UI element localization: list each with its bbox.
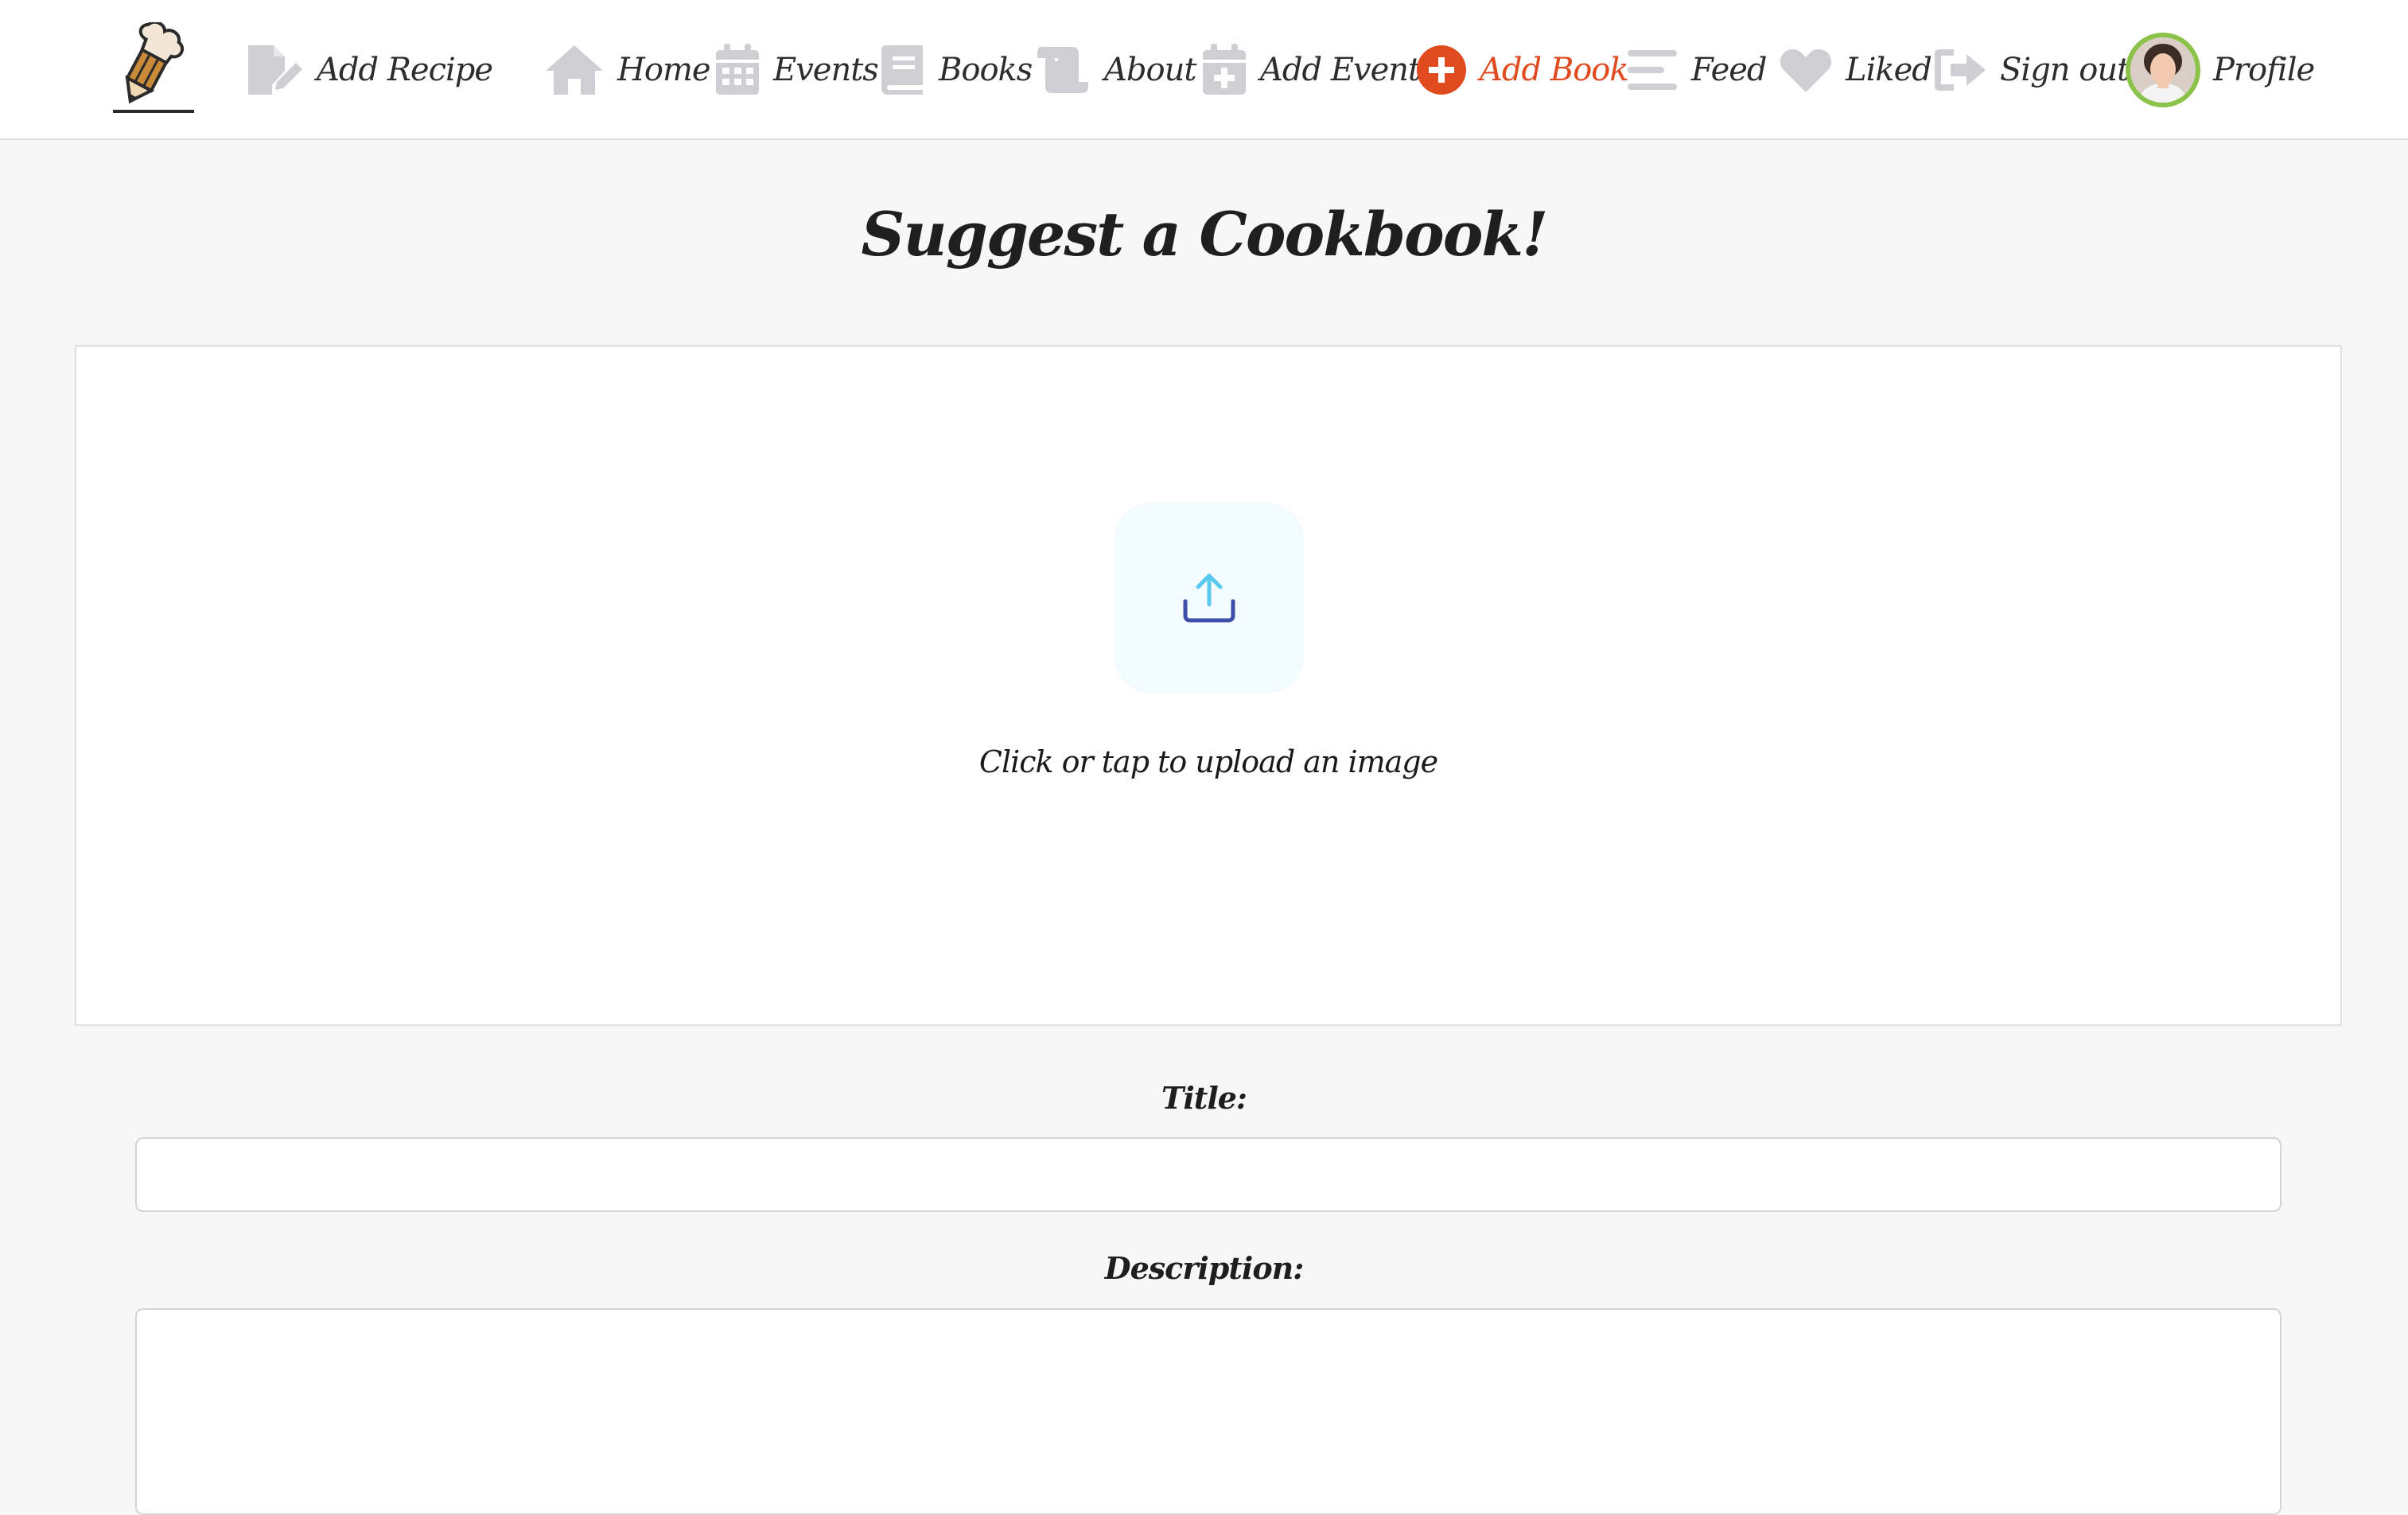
top-navbar: Add Recipe Home Events Books About Add E…: [0, 0, 2408, 140]
nav-label: Add Book: [1480, 52, 1629, 88]
title-label: Title:: [1161, 1080, 1247, 1116]
lines-icon: [1626, 47, 1679, 93]
document-edit-icon: [245, 44, 304, 96]
nav-label: Feed: [1691, 52, 1768, 88]
nav-label: Profile: [2213, 52, 2315, 88]
plus-circle-icon: [1416, 45, 1467, 95]
calendar-plus-icon: [1201, 44, 1247, 96]
book-icon: [880, 44, 926, 96]
nav-feed[interactable]: Feed: [1626, 0, 1768, 140]
page-title: Suggest a Cookbook!: [861, 199, 1549, 270]
calendar-icon: [714, 44, 761, 96]
nav-home[interactable]: Home: [544, 0, 711, 140]
nav-profile[interactable]: Profile: [2126, 0, 2315, 140]
nav-books[interactable]: Books: [880, 0, 1033, 140]
nav-label: Add Event: [1260, 52, 1421, 88]
description-label: Description:: [1104, 1250, 1305, 1286]
image-upload-dropzone[interactable]: Click or tap to upload an image: [75, 345, 2342, 1026]
avatar: [2126, 33, 2200, 107]
upload-icon: [1183, 573, 1235, 623]
nav-label: Liked: [1846, 52, 1932, 88]
heart-icon: [1779, 46, 1833, 94]
nav-add-recipe[interactable]: Add Recipe: [245, 0, 493, 140]
nav-label: Events: [773, 52, 879, 88]
nav-sign-out[interactable]: Sign out: [1933, 0, 2130, 140]
upload-tile[interactable]: [1114, 503, 1305, 693]
nav-add-book[interactable]: Add Book: [1416, 0, 1629, 140]
nav-liked[interactable]: Liked: [1779, 0, 1932, 140]
nav-label: Add Recipe: [317, 52, 493, 88]
chef-hat-pencil-logo[interactable]: [102, 20, 197, 115]
title-input[interactable]: [135, 1137, 2282, 1212]
nav-events[interactable]: Events: [714, 0, 879, 140]
description-textarea[interactable]: [135, 1308, 2282, 1515]
upload-instructions: Click or tap to upload an image: [978, 744, 1438, 779]
nav-label: Books: [939, 52, 1033, 88]
nav-label: About: [1104, 52, 1196, 88]
nav-about[interactable]: About: [1034, 0, 1196, 140]
scroll-icon: [1034, 45, 1091, 95]
nav-add-event[interactable]: Add Event: [1201, 0, 1421, 140]
house-icon: [544, 44, 605, 96]
nav-label: Home: [617, 52, 711, 88]
sign-out-icon: [1933, 46, 1987, 94]
nav-label: Sign out: [2000, 52, 2130, 88]
